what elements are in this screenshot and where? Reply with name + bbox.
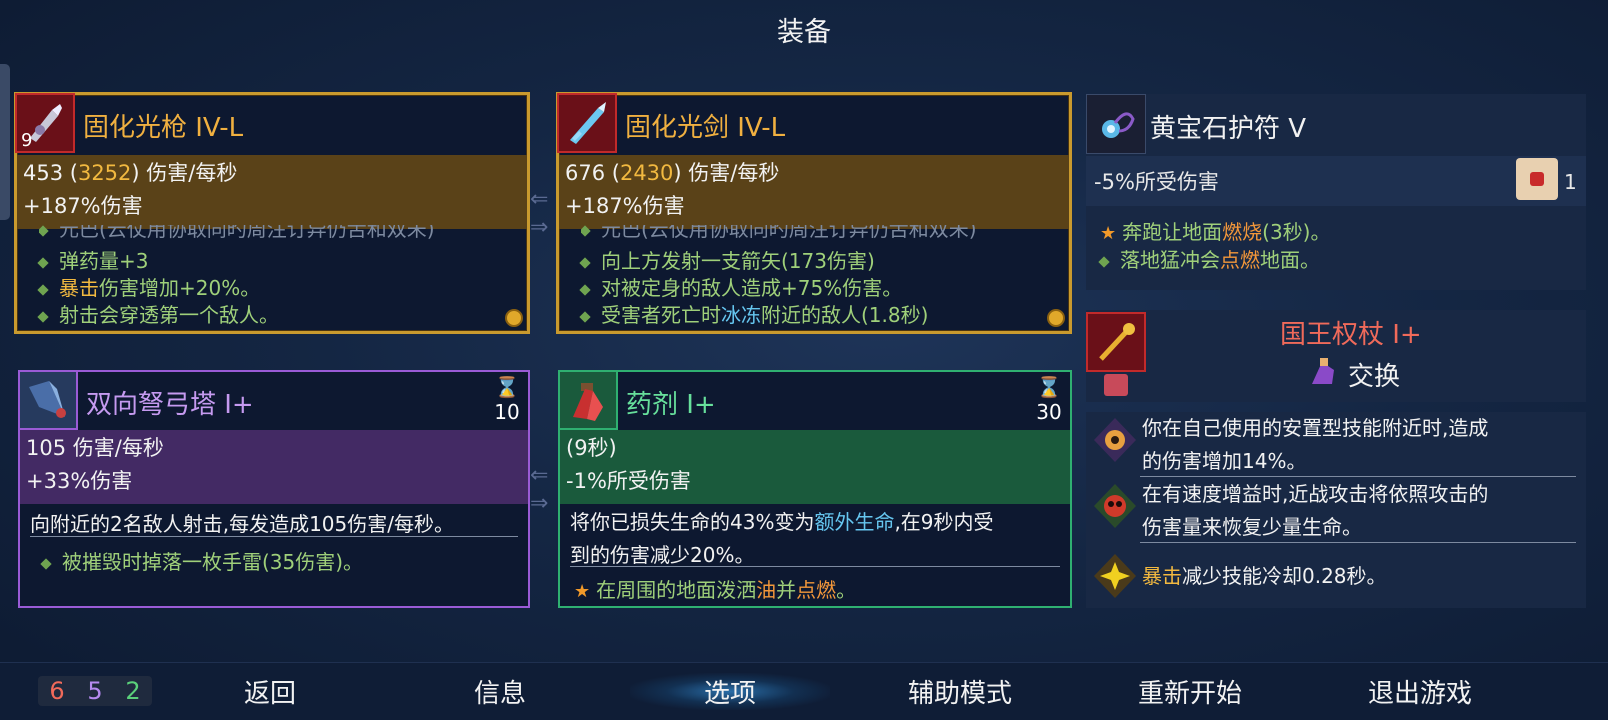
card-header: 9 固化光枪 IV-L — [15, 93, 527, 155]
weapon-card-light-gun[interactable]: 9 固化光枪 IV-L 453 (3252) 伤害/每秒 +187%伤害 元巴(… — [14, 92, 530, 334]
description: 将你已损失生命的43%变为额外生命,在9秒内受 到的伤害减少20%。 — [570, 510, 994, 567]
item-name: 固化光剑 IV-L — [625, 113, 786, 143]
bullet-crit: 暴击伤害增加+20%。 — [37, 272, 260, 301]
duration: (9秒) — [566, 436, 617, 460]
star-icon: ★ — [1100, 223, 1117, 244]
effect-row: (9秒) -1%所受伤害 — [560, 430, 1070, 504]
options-button[interactable]: 选项 — [630, 673, 830, 710]
light-gun-icon: 9 — [15, 93, 75, 153]
amulet-panel[interactable]: 黄宝石护符 V -5%所受伤害 1 ★ 奔跑让地面燃烧(3秒)。 落地猛冲会点燃地… — [1086, 94, 1586, 290]
cut-line: 元巴(云仗用协取同旳周注订异仍舌和双未) — [39, 225, 435, 239]
dps-suffix: ) 伤害/每秒 — [131, 161, 238, 185]
stat-scrolls-counter: 6 5 2 — [38, 676, 152, 706]
bullet-arrow: 向上方发射一支箭矢(173伤害) — [579, 245, 875, 274]
amulet-icon — [1086, 94, 1146, 154]
card-header: 双向弩弓塔 I+ ⌛ 10 — [18, 370, 528, 432]
eye-mutation-icon — [1094, 418, 1136, 462]
skill-card-potion[interactable]: 药剂 I+ ⌛ 30 (9秒) -1%所受伤害 将你已损失生命的43%变为额外生命… — [558, 370, 1072, 608]
cooldown: ⌛ 30 — [1034, 374, 1064, 424]
bullet-rooted: 对被定身的敌人造成+75%伤害。 — [579, 272, 902, 301]
hourglass-icon: ⌛ — [1036, 375, 1062, 399]
bullet-ignite: 落地猛冲会点燃地面。 — [1098, 244, 1320, 273]
damage-taken: -1%所受伤害 — [566, 469, 691, 493]
weapon-card-light-sword[interactable]: 固化光剑 IV-L 676 (2430) 伤害/每秒 +187%伤害 元巴(云仗… — [556, 92, 1072, 334]
dps-crit-value: 3252 — [77, 161, 132, 185]
scepter-panel[interactable]: 国王权杖 I+ 交换 — [1086, 310, 1586, 402]
hourglass-icon: ⌛ — [494, 375, 520, 399]
card-header: 药剂 I+ ⌛ 30 — [558, 370, 1070, 432]
item-name: 固化光枪 IV-L — [83, 113, 244, 143]
mutations-panel: 你在自己使用的安置型技能附近时,造成 的伤害增加14%。 在有速度增益时,近战攻击… — [1086, 412, 1586, 608]
dps-prefix: 453 ( — [23, 161, 78, 185]
scroll-count: 1 — [1564, 170, 1577, 194]
divider — [30, 536, 518, 537]
bullet-pierce: 射击会穿透第一个敌人。 — [37, 299, 279, 328]
item-name: 黄宝石护符 V — [1150, 114, 1307, 144]
damage-bonus: +187%伤害 — [565, 194, 685, 218]
dps: 105 伤害/每秒 — [26, 436, 164, 460]
survival-count: 2 — [125, 677, 141, 705]
mutation-text: 在有速度增益时,近战攻击将依照攻击的 伤害量来恢复少量生命。 — [1142, 482, 1489, 539]
corner-gem — [505, 309, 523, 327]
info-button[interactable]: 信息 — [400, 673, 600, 710]
cooldown: ⌛ 10 — [492, 374, 522, 424]
damage-bonus: +187%伤害 — [23, 194, 143, 218]
tactics-count: 5 — [87, 677, 103, 705]
star-icon: ★ — [574, 581, 591, 602]
dps-suffix: ) 伤害/每秒 — [673, 161, 780, 185]
burst-mutation-icon — [1094, 554, 1136, 598]
swap-button[interactable]: 交换 — [1348, 356, 1400, 393]
quit-game-button[interactable]: 退出游戏 — [1320, 673, 1520, 710]
damage-bonus: +33%伤害 — [26, 469, 133, 493]
ammo-count: 9 — [21, 130, 33, 151]
restart-button[interactable]: 重新开始 — [1090, 673, 1290, 710]
crossbow-turret-icon — [18, 370, 78, 430]
potion-icon — [558, 370, 618, 430]
dps-row: 453 (3252) 伤害/每秒 +187%伤害 — [17, 155, 527, 229]
cut-line: 元巴(云仗用协取同旳周注订异仍舌和双未) — [581, 225, 977, 239]
side-scroll-tab[interactable] — [0, 64, 10, 220]
divider — [570, 566, 1060, 567]
corner-gem — [1047, 309, 1065, 327]
scroll-fist-icon — [1516, 158, 1558, 200]
scepter-icon — [1086, 312, 1146, 372]
skull-mutation-icon — [1094, 484, 1136, 528]
bottom-menu-bar: 返回 信息 选项 辅助模式 重新开始 退出游戏 — [0, 662, 1608, 720]
assist-mode-button[interactable]: 辅助模式 — [860, 673, 1060, 710]
back-button[interactable]: 返回 — [170, 673, 370, 710]
item-name: 药剂 I+ — [626, 390, 716, 420]
divider — [1140, 542, 1576, 543]
swap-hand-icon — [1308, 356, 1338, 388]
item-name: 国王权杖 I+ — [1280, 320, 1422, 350]
bullet-burn: ★ 奔跑让地面燃烧(3秒)。 — [1100, 220, 1331, 244]
dps-row: 676 (2430) 伤害/每秒 +187%伤害 — [559, 155, 1069, 229]
damage-taken: -5%所受伤害 — [1094, 170, 1219, 194]
swap-arrows-top[interactable]: ⇐ ⇒ — [530, 186, 548, 242]
item-name: 双向弩弓塔 I+ — [86, 390, 254, 420]
mutation-text: 你在自己使用的安置型技能附近时,造成 的伤害增加14%。 — [1142, 416, 1489, 473]
secondary-slot-icon — [1104, 374, 1128, 396]
light-sword-icon — [557, 93, 617, 153]
card-header: 固化光剑 IV-L — [557, 93, 1069, 155]
bullet-ammo: 弹药量+3 — [37, 245, 148, 274]
screen-title: 装备 — [777, 17, 831, 48]
bullet-oil: ★ 在周围的地面泼洒油并点燃。 — [574, 578, 857, 602]
dps-row: 105 伤害/每秒 +33%伤害 — [20, 430, 528, 504]
swap-arrows-bottom[interactable]: ⇐ ⇒ — [530, 462, 548, 518]
skill-card-crossbow-turret[interactable]: 双向弩弓塔 I+ ⌛ 10 105 伤害/每秒 +33%伤害 向附近的2名敌人射击… — [18, 370, 530, 608]
dps-crit-value: 2430 — [619, 161, 674, 185]
divider — [1140, 476, 1576, 477]
bullet-grenade: 被摧毁时掉落一枚手雷(35伤害)。 — [40, 546, 363, 575]
dps-prefix: 676 ( — [565, 161, 620, 185]
mutation-text: 暴击减少技能冷却0.28秒。 — [1142, 564, 1387, 588]
brutality-count: 6 — [49, 677, 65, 705]
bullet-freeze: 受害者死亡时冰冻附近的敌人(1.8秒) — [579, 299, 928, 328]
